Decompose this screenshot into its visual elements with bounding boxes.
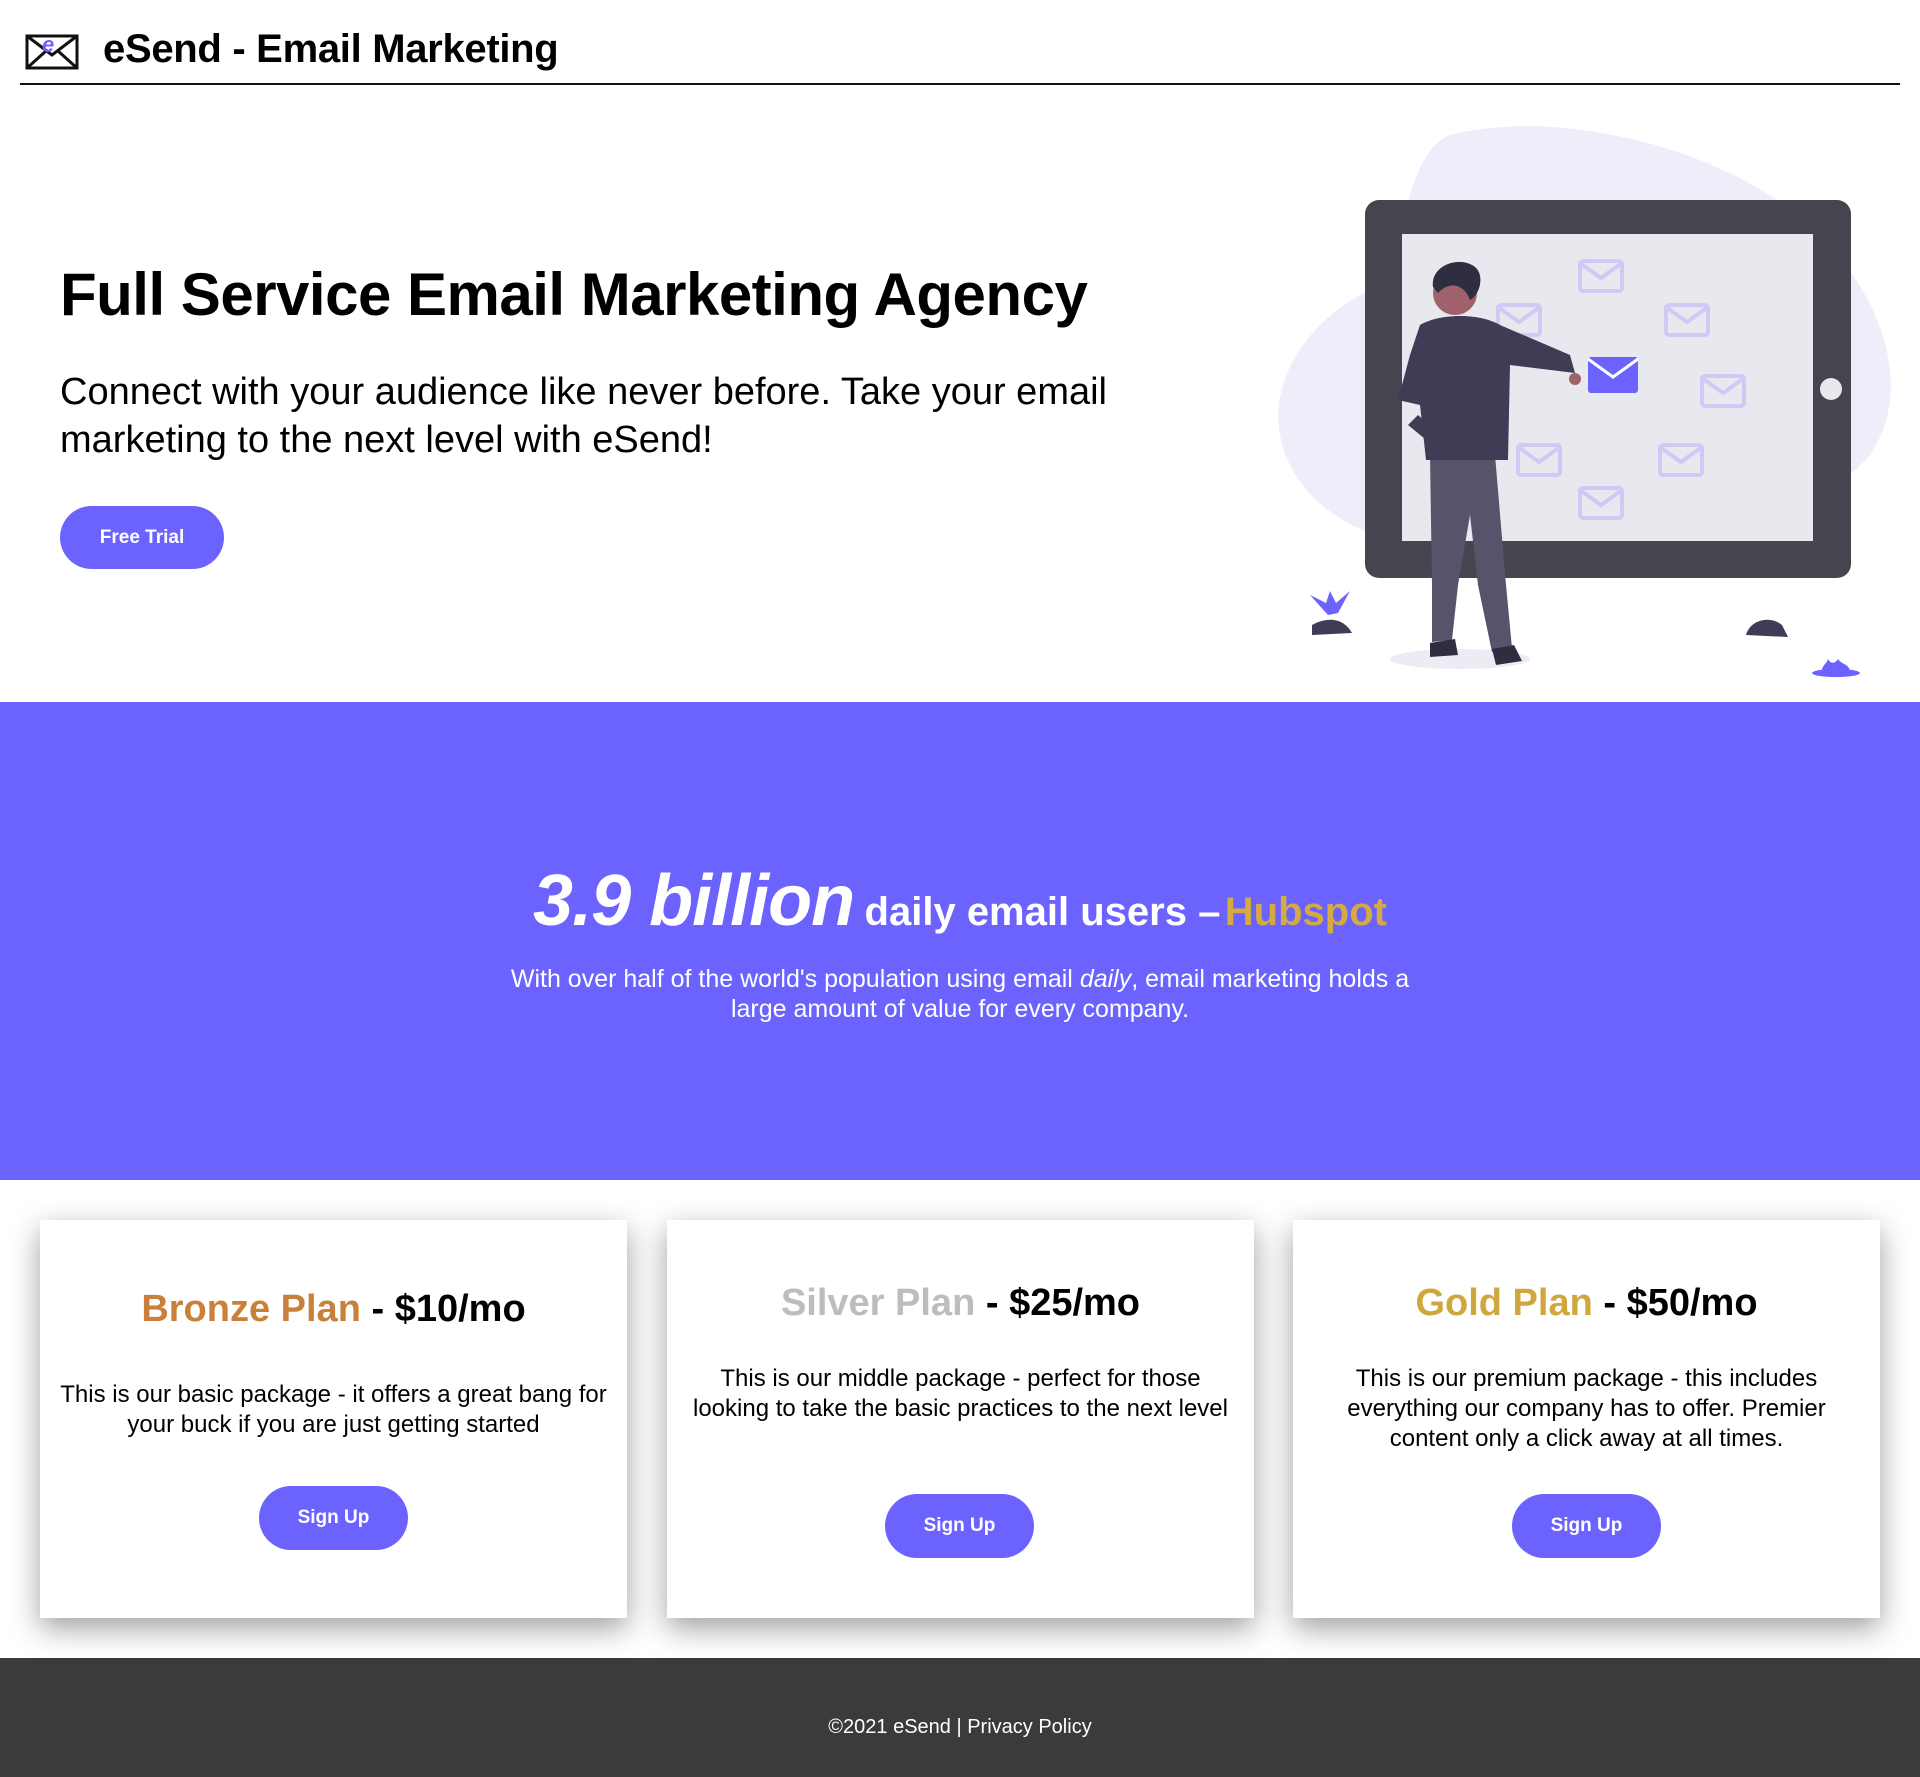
plan-price: $50/mo [1626,1282,1758,1324]
stats-desc-before: With over half of the world's population… [510,965,1080,993]
plan-title: Gold Plan - $50/mo [1293,1282,1880,1325]
plan-title: Silver Plan - $25/mo [667,1282,1254,1325]
plan-separator: - [975,1282,1010,1324]
footer-text: ©2021 eSend | Privacy Policy [0,1716,1920,1739]
plan-separator: - [360,1288,395,1330]
plan-card-bronze: Bronze Plan - $10/mo This is our basic p… [40,1220,627,1618]
plan-description: This is our middle package - perfect for… [693,1365,1228,1422]
svg-text:e: e [42,32,54,57]
site-header: e eSend - Email Marketing [20,0,1900,85]
stats-headline: 3.9 billion daily email users – Hubspot [0,860,1920,942]
email-marketing-illustration [1278,126,1891,677]
stats-section: 3.9 billion daily email users – Hubspot … [0,702,1920,1180]
plan-name: Silver Plan [780,1282,976,1324]
plan-description: This is our premium package - this inclu… [1347,1365,1826,1452]
site-footer: ©2021 eSend | Privacy Policy [0,1658,1920,1777]
stats-description: With over half of the world's population… [500,964,1420,1024]
plan-card-gold: Gold Plan - $50/mo This is our premium p… [1293,1220,1880,1618]
sign-up-button-silver[interactable]: Sign Up [885,1494,1034,1558]
sign-up-button-bronze[interactable]: Sign Up [259,1486,408,1550]
plan-price: $10/mo [394,1288,526,1330]
envelope-logo-icon[interactable]: e [25,30,79,72]
sign-up-button-gold[interactable]: Sign Up [1512,1494,1661,1558]
hero-subtitle: Connect with your audience like never be… [60,371,1107,461]
plan-name: Gold Plan [1415,1282,1593,1324]
plan-title: Bronze Plan - $10/mo [40,1288,627,1331]
free-trial-button[interactable]: Free Trial [60,506,224,569]
stat-source: Hubspot [1224,890,1387,934]
plan-separator: - [1592,1282,1627,1324]
plan-name: Bronze Plan [141,1288,361,1330]
footer-divider: | [950,1716,968,1738]
hero-title: Full Service Email Marketing Agency [60,261,1088,328]
stat-label: daily email users – [864,890,1221,934]
stat-number: 3.9 billion [533,861,855,941]
stats-desc-emphasis: daily [1079,965,1132,993]
site-brand-title[interactable]: eSend - Email Marketing [103,27,559,72]
plan-price: $25/mo [1009,1282,1141,1324]
footer-copyright: ©2021 eSend [828,1716,951,1738]
plan-description: This is our basic package - it offers a … [60,1381,607,1438]
plan-card-silver: Silver Plan - $25/mo This is our middle … [667,1220,1254,1618]
privacy-policy-link[interactable]: Privacy Policy [967,1716,1091,1738]
